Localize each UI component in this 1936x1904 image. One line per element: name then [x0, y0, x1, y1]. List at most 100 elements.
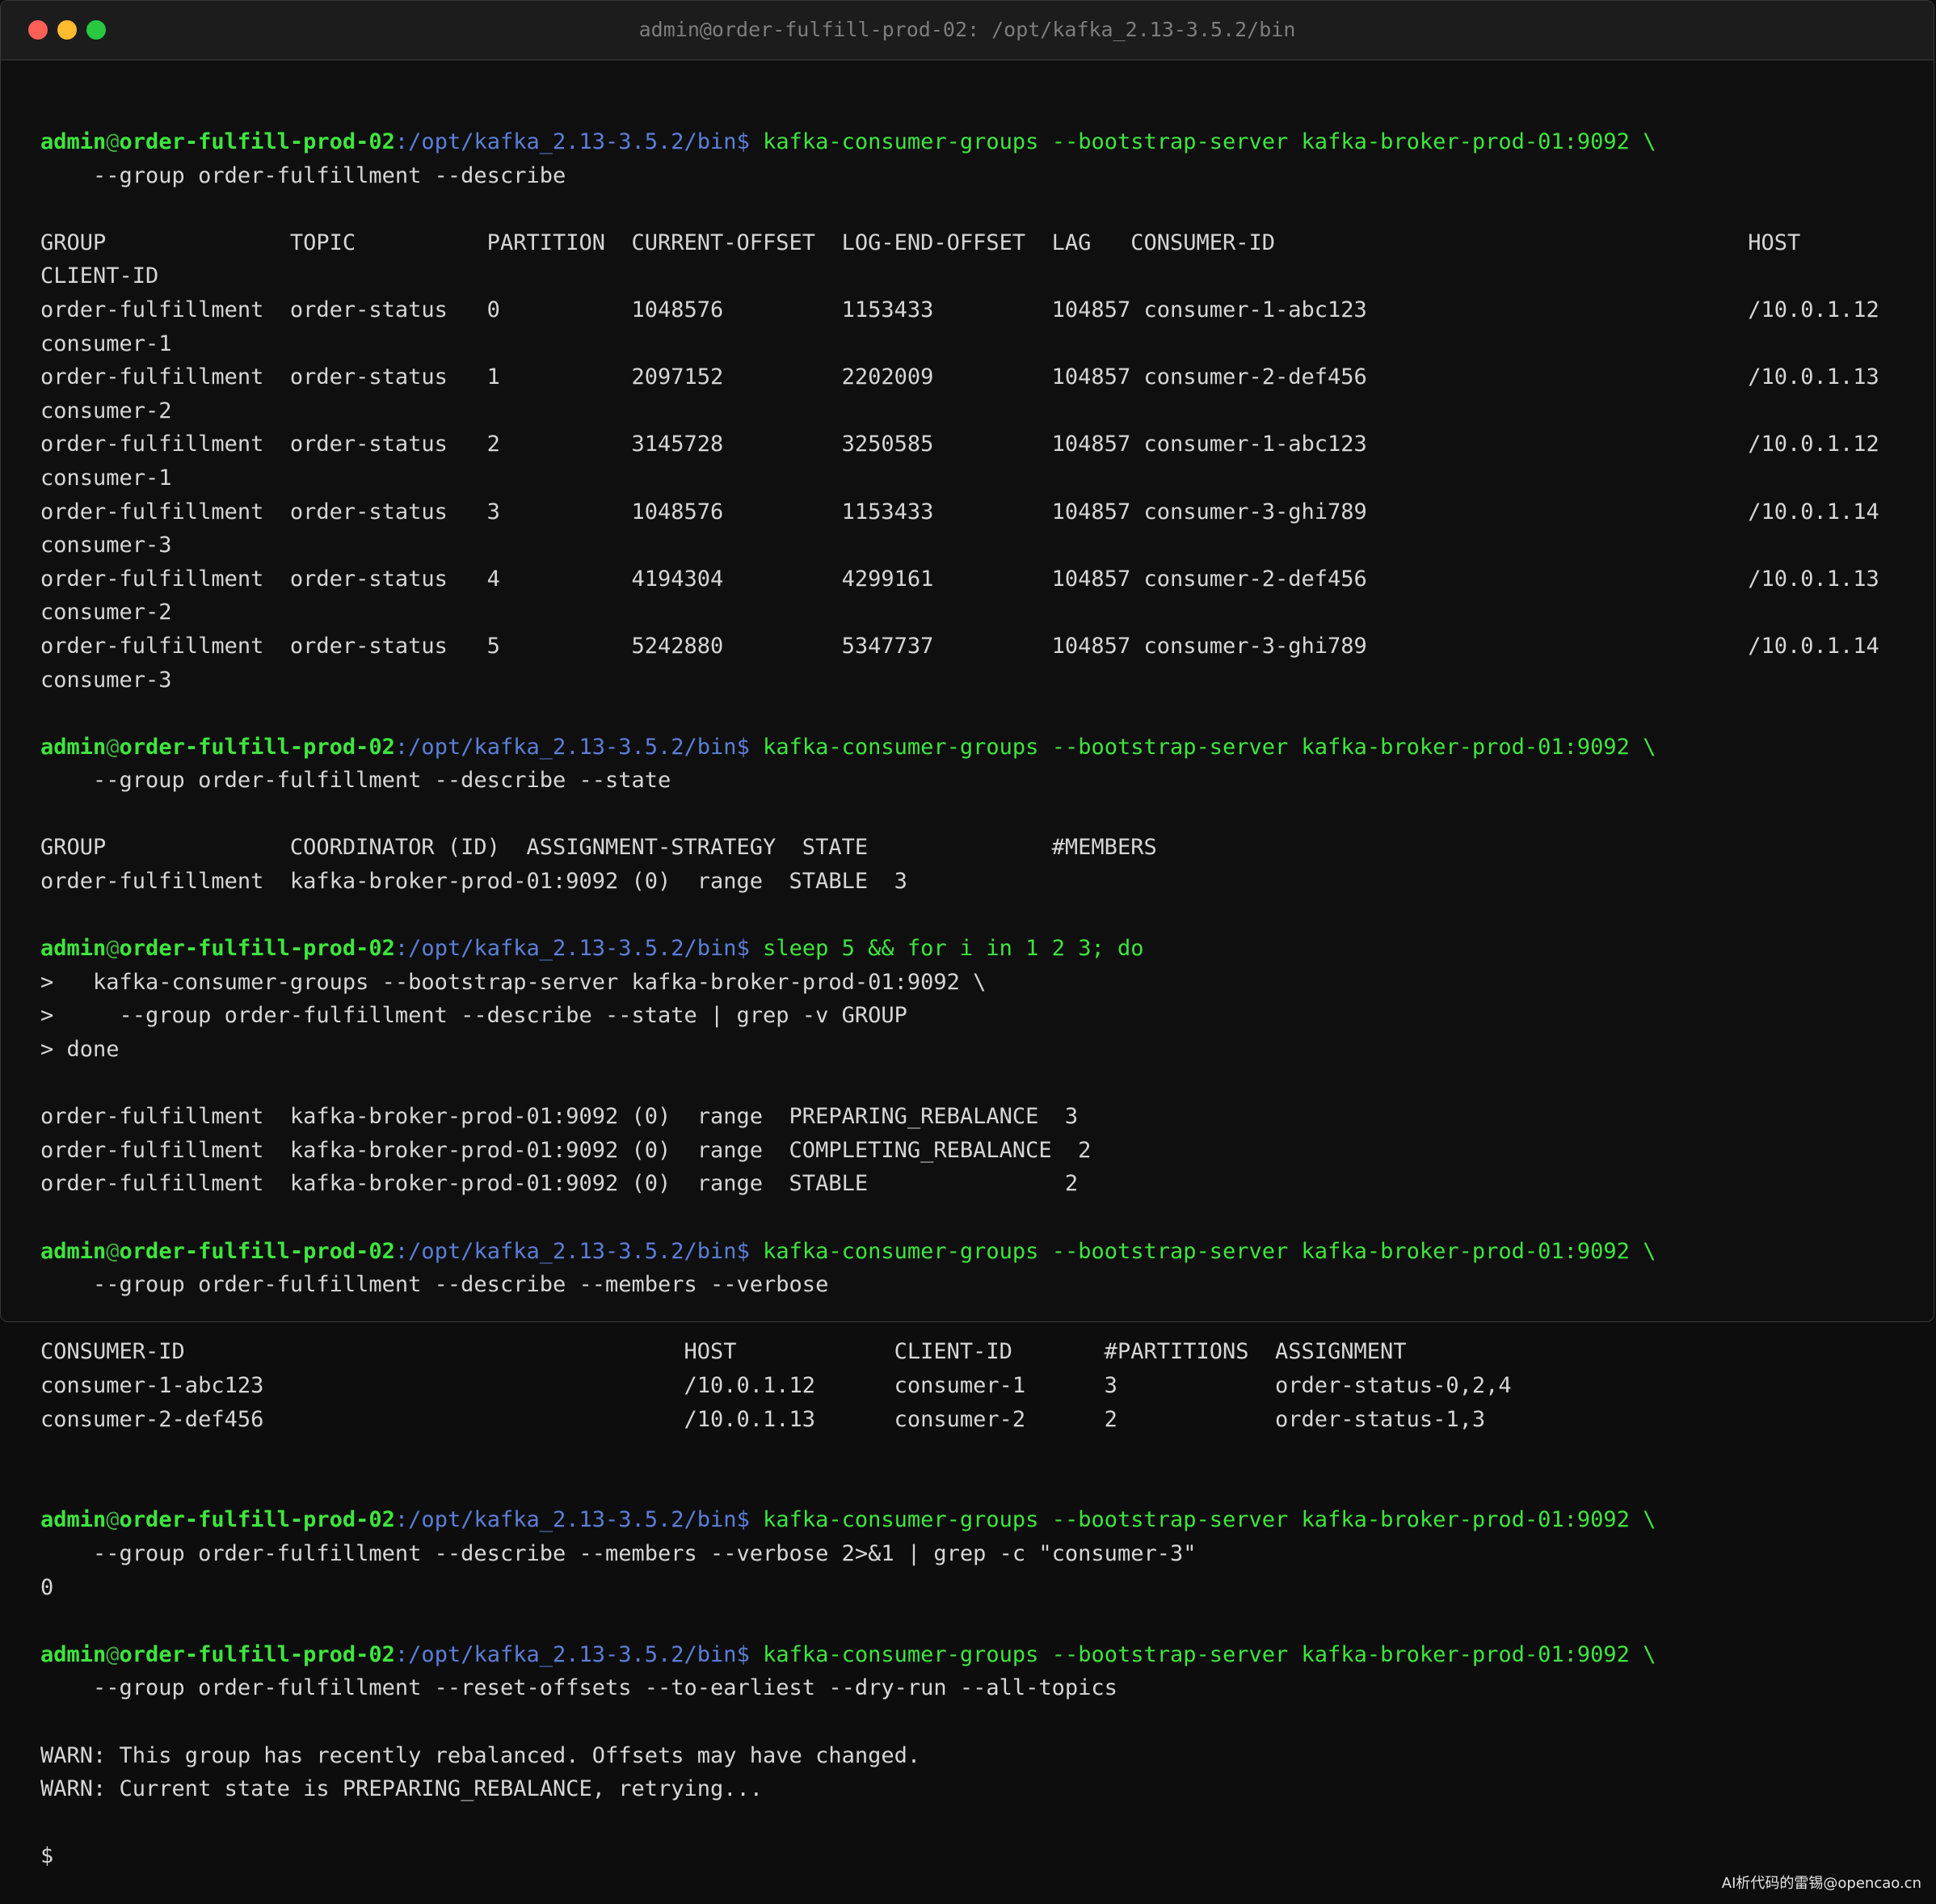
- output-line: --group order-fulfillment --describe: [40, 159, 1923, 193]
- output-line: order-fulfillment kafka-broker-prod-01:9…: [40, 1100, 1923, 1134]
- prompt-host: order-fulfill-prod-02: [119, 734, 395, 760]
- output-line: --group order-fulfillment --describe --m…: [40, 1537, 1923, 1571]
- output-line: --group order-fulfillment --describe --s…: [40, 764, 1923, 798]
- output-text: consumer-2: [40, 600, 172, 626]
- command-text: kafka-consumer-groups --bootstrap-server…: [763, 1238, 1656, 1264]
- prompt-dollar: $: [736, 936, 764, 962]
- prompt-dollar: $: [736, 1507, 764, 1533]
- output-text: consumer-1-abc123 /10.0.1.12 consumer-1 …: [40, 1372, 1512, 1398]
- output-line: consumer-3: [40, 529, 1923, 562]
- output-line: CONSUMER-ID HOST CLIENT-ID #PARTITIONS A…: [40, 1335, 1923, 1369]
- output-text: WARN: This group has recently rebalanced…: [40, 1742, 921, 1768]
- prompt-at: @: [106, 129, 120, 154]
- title-bar: admin@order-fulfill-prod-02: /opt/kafka_…: [1, 1, 1934, 61]
- prompt-dollar: $: [736, 734, 764, 760]
- prompt-host: order-fulfill-prod-02: [119, 1238, 395, 1264]
- output-text: --group order-fulfillment --describe --m…: [40, 1540, 1197, 1566]
- prompt-host: order-fulfill-prod-02: [119, 1641, 395, 1667]
- prompt-path: :/opt/kafka_2.13-3.5.2/bin: [394, 936, 737, 962]
- output-text: --group order-fulfillment --describe --s…: [40, 768, 671, 794]
- output-line: 0: [40, 1571, 1923, 1605]
- output-line: GROUP COORDINATOR (ID) ASSIGNMENT-STRATE…: [40, 831, 1923, 865]
- output-line: CLIENT-ID: [40, 259, 1923, 293]
- output-text: order-fulfillment kafka-broker-prod-01:9…: [40, 1171, 1079, 1197]
- output-text: WARN: Current state is PREPARING_REBALAN…: [40, 1776, 764, 1802]
- prompt-dollar: $: [736, 1238, 764, 1264]
- output-line: WARN: Current state is PREPARING_REBALAN…: [40, 1772, 1923, 1806]
- prompt-user: admin: [40, 129, 107, 154]
- output-text: CONSUMER-ID HOST CLIENT-ID #PARTITIONS A…: [40, 1339, 1407, 1365]
- output-text: consumer-2-def456 /10.0.1.13 consumer-2 …: [40, 1406, 1486, 1432]
- prompt-line: admin@order-fulfill-prod-02:/opt/kafka_2…: [40, 1235, 1923, 1269]
- prompt-path: :/opt/kafka_2.13-3.5.2/bin: [394, 734, 737, 760]
- output-line: order-fulfillment order-status 2 3145728…: [40, 428, 1923, 461]
- output-line: consumer-1-abc123 /10.0.1.12 consumer-1 …: [40, 1369, 1923, 1403]
- prompt-line: admin@order-fulfill-prod-02:/opt/kafka_2…: [40, 731, 1923, 765]
- output-text: order-fulfillment order-status 3 1048576…: [40, 499, 1879, 524]
- output-text: order-fulfillment order-status 4 4194304…: [40, 566, 1879, 592]
- prompt-dollar: $: [736, 129, 764, 154]
- prompt-path: :/opt/kafka_2.13-3.5.2/bin: [394, 1507, 737, 1533]
- prompt-host: order-fulfill-prod-02: [119, 936, 395, 962]
- terminal-output[interactable]: admin@order-fulfill-prod-02:/opt/kafka_2…: [40, 125, 1923, 1873]
- prompt-dollar: $: [736, 1641, 764, 1667]
- command-text: kafka-consumer-groups --bootstrap-server…: [763, 129, 1656, 154]
- prompt-path: :/opt/kafka_2.13-3.5.2/bin: [394, 1238, 737, 1264]
- output-text: > done: [40, 1037, 120, 1063]
- output-line: consumer-2-def456 /10.0.1.13 consumer-2 …: [40, 1403, 1923, 1437]
- output-line: --group order-fulfillment --describe --m…: [40, 1268, 1923, 1302]
- output-text: > --group order-fulfillment --describe -…: [40, 1003, 907, 1029]
- output-text: order-fulfillment kafka-broker-prod-01:9…: [40, 869, 907, 895]
- output-text: consumer-1: [40, 465, 172, 491]
- output-line: consumer-3: [40, 663, 1923, 697]
- output-text: CLIENT-ID: [40, 263, 159, 289]
- output-text: order-fulfillment kafka-broker-prod-01:9…: [40, 1137, 1092, 1163]
- output-text: consumer-2: [40, 398, 172, 423]
- output-text: consumer-3: [40, 667, 172, 693]
- command-text: kafka-consumer-groups --bootstrap-server…: [763, 1507, 1656, 1533]
- window-title: admin@order-fulfill-prod-02: /opt/kafka_…: [638, 18, 1296, 41]
- prompt-at: @: [106, 1641, 120, 1667]
- prompt-at: @: [106, 936, 120, 962]
- command-text: kafka-consumer-groups --bootstrap-server…: [763, 1641, 1656, 1667]
- output-text: consumer-3: [40, 533, 172, 558]
- output-text: --group order-fulfillment --reset-offset…: [40, 1675, 1117, 1701]
- output-line: $: [40, 1839, 1923, 1873]
- prompt-user: admin: [40, 1507, 107, 1533]
- output-line: order-fulfillment order-status 1 2097152…: [40, 360, 1923, 394]
- output-text: order-fulfillment order-status 2 3145728…: [40, 432, 1879, 457]
- output-text: order-fulfillment order-status 1 2097152…: [40, 364, 1879, 390]
- command-text: sleep 5 && for i in 1 2 3; do: [763, 936, 1144, 962]
- prompt-host: order-fulfill-prod-02: [119, 1507, 395, 1533]
- prompt-line: admin@order-fulfill-prod-02:/opt/kafka_2…: [40, 125, 1923, 159]
- output-line: --group order-fulfillment --reset-offset…: [40, 1671, 1923, 1705]
- output-line: > kafka-consumer-groups --bootstrap-serv…: [40, 966, 1923, 1000]
- command-text: kafka-consumer-groups --bootstrap-server…: [763, 734, 1656, 760]
- prompt-user: admin: [40, 1238, 107, 1264]
- output-line: > --group order-fulfillment --describe -…: [40, 999, 1923, 1033]
- output-text: > kafka-consumer-groups --bootstrap-serv…: [40, 969, 987, 995]
- output-text: order-fulfillment kafka-broker-prod-01:9…: [40, 1104, 1079, 1130]
- output-line: order-fulfillment kafka-broker-prod-01:9…: [40, 1134, 1923, 1168]
- prompt-user: admin: [40, 734, 107, 760]
- prompt-user: admin: [40, 1641, 107, 1667]
- output-text: order-fulfillment order-status 5 5242880…: [40, 633, 1879, 659]
- output-line: consumer-2: [40, 394, 1923, 428]
- output-line: order-fulfillment order-status 0 1048576…: [40, 293, 1923, 327]
- output-line: order-fulfillment kafka-broker-prod-01:9…: [40, 1167, 1923, 1201]
- prompt-line: admin@order-fulfill-prod-02:/opt/kafka_2…: [40, 1503, 1923, 1537]
- prompt-at: @: [106, 734, 120, 760]
- output-line: > done: [40, 1033, 1923, 1067]
- output-text: --group order-fulfillment --describe --m…: [40, 1272, 829, 1298]
